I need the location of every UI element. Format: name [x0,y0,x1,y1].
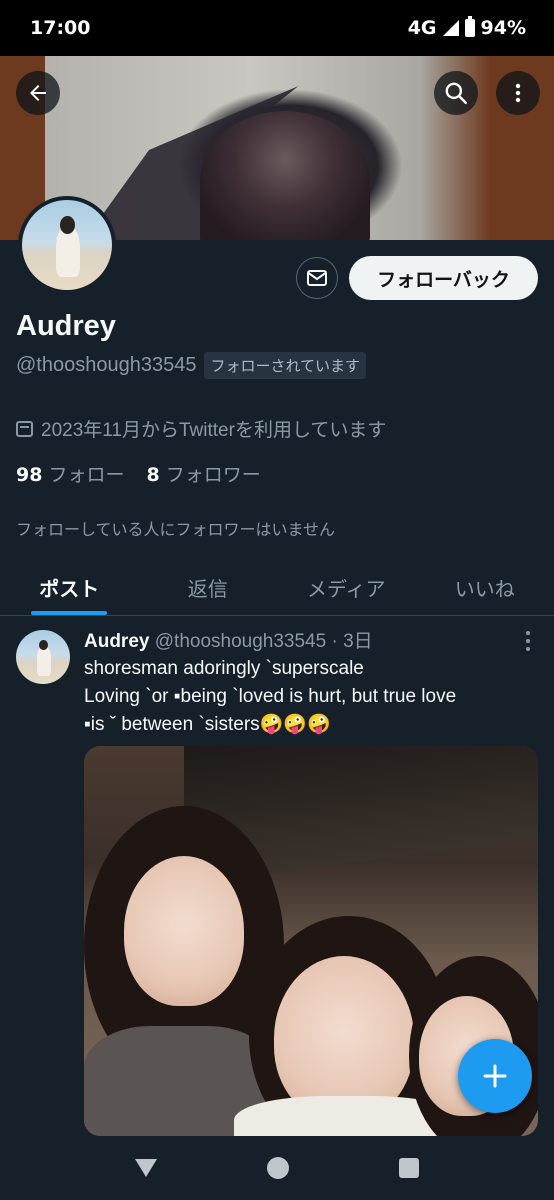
profile-avatar[interactable] [18,196,116,294]
follow-stats: 98 フォロー 8 フォロワー [16,460,261,487]
message-button[interactable] [296,257,338,299]
handle-row: @thooshough33545 フォローされています [16,352,367,379]
back-arrow-icon [30,85,46,101]
following-label: フォロー [48,464,125,486]
calendar-icon [16,420,33,437]
tweet-meta: @thooshough33545 · 3日 [154,631,373,652]
followers-count: 8 [146,464,160,486]
join-date-text: 2023年11月からTwitterを利用しています [41,420,387,441]
tab-media[interactable]: メディア [277,560,416,615]
profile-handle: @thooshough33545 [16,354,197,376]
photo-person [124,856,244,1006]
nav-back-icon[interactable] [135,1159,157,1177]
search-icon [445,82,468,105]
plus-icon [483,1064,507,1088]
tab-posts[interactable]: ポスト [0,560,139,615]
profile-tabs: ポスト 返信 メディア いいね [0,560,554,616]
tweet-avatar[interactable] [16,630,70,684]
battery-icon [464,16,475,37]
tweet-line: Loving `or ▪being `loved is hurt, but tr… [84,686,457,707]
more-vertical-icon [526,631,530,651]
more-options-button[interactable] [496,71,540,115]
follow-back-button[interactable]: フォローバック [349,256,538,300]
tab-likes[interactable]: いいね [416,560,554,615]
join-date: 2023年11月からTwitterを利用しています [16,415,386,442]
following-link[interactable]: 98 フォロー [16,460,124,487]
followers-label: フォロワー [165,464,261,486]
avatar-figure [36,639,51,677]
status-indicators: 4G 94% [407,16,526,39]
followers-link[interactable]: 8 フォロワー [146,460,260,487]
tweet-author-name[interactable]: Audrey [84,631,149,652]
tweet-text: shoresman adoringly `superscale Loving `… [84,655,534,739]
signal-icon [442,20,459,36]
back-button[interactable] [16,71,60,115]
status-bar: 17:00 4G 94% [0,0,554,56]
network-type: 4G [407,17,437,39]
compose-button[interactable] [458,1039,532,1113]
search-button[interactable] [434,71,478,115]
status-time: 17:00 [30,17,91,39]
system-nav-bar [0,1136,554,1200]
tweet-header: Audrey @thooshough33545 · 3日 [84,626,373,653]
mutual-followers-note: フォローしている人にフォロワーはいません [16,520,336,539]
follows-you-badge: フォローされています [204,352,367,379]
more-vertical-icon [515,83,521,103]
tweet-more-button[interactable] [522,630,534,652]
banner-figure [200,111,370,240]
tweet-line: shoresman adoringly `superscale [84,658,364,679]
tweet-line: ▪is ˇ between `sisters🤪🤪🤪 [84,714,331,735]
nav-home-icon[interactable] [267,1157,289,1179]
nav-recents-icon[interactable] [399,1158,419,1178]
tab-replies[interactable]: 返信 [139,560,278,615]
battery-level: 94% [480,17,526,39]
profile-name: Audrey [16,310,116,342]
following-count: 98 [16,464,43,486]
mail-icon [307,270,327,286]
avatar-figure [56,215,80,278]
